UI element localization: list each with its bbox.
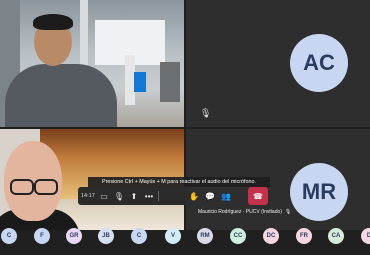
- avatar: MR: [290, 163, 348, 221]
- participant-chip[interactable]: C: [131, 228, 147, 244]
- participant-chip[interactable]: RM: [197, 228, 213, 244]
- blue-sign: [134, 72, 146, 92]
- participant-chip[interactable]: DC: [263, 228, 279, 244]
- more-icon[interactable]: •••: [143, 190, 155, 202]
- mute-tooltip: Presione Ctrl + Mayús + M para reactivar…: [88, 177, 270, 187]
- divider: [158, 191, 159, 201]
- hangup-button[interactable]: ☎: [248, 187, 268, 205]
- share-icon[interactable]: ⬆: [128, 190, 140, 202]
- participant-chip[interactable]: D: [361, 228, 370, 244]
- meeting-timer: 14:17: [81, 193, 95, 199]
- participant-chip[interactable]: JB: [98, 228, 114, 244]
- meeting-right-controls: ✋ 💬 👥: [188, 187, 232, 205]
- participant-chip[interactable]: CC: [230, 228, 246, 244]
- participant-chip[interactable]: F: [34, 228, 50, 244]
- chat-icon[interactable]: 💬: [204, 190, 216, 202]
- raise-hand-icon[interactable]: ✋: [188, 190, 200, 202]
- glasses: [34, 179, 58, 195]
- participant-strip: [0, 230, 370, 255]
- video-icon[interactable]: ▭: [98, 190, 110, 202]
- video-tile-top-left[interactable]: [0, 0, 184, 127]
- meeting-control-bar: 14:17 ▭ 🎙 ⬆ •••: [78, 187, 188, 205]
- mic-icon: 🎙: [284, 209, 292, 215]
- mic-icon: 🎙: [200, 108, 212, 118]
- participant-chip[interactable]: GR: [66, 228, 82, 244]
- video-tile-top-right[interactable]: AC 🎙: [186, 0, 370, 127]
- participant-chip[interactable]: C: [1, 228, 17, 244]
- participant-name: Mauricio Rodríguez · PUCV (Invitado): [198, 209, 282, 215]
- person-body: [5, 64, 117, 127]
- hangup-icon: ☎: [253, 191, 263, 201]
- participant-chip[interactable]: FR: [296, 228, 312, 244]
- avatar: AC: [290, 34, 348, 92]
- participant-chip[interactable]: V: [165, 228, 181, 244]
- people-icon[interactable]: 👥: [220, 190, 232, 202]
- participant-chip[interactable]: CA: [328, 228, 344, 244]
- display-screen: [160, 62, 180, 102]
- person-hair: [33, 14, 73, 30]
- glasses: [10, 179, 34, 195]
- participant-name-label: Mauricio Rodríguez · PUCV (Invitado) 🎙: [198, 209, 291, 215]
- mic-off-icon[interactable]: 🎙: [113, 190, 125, 202]
